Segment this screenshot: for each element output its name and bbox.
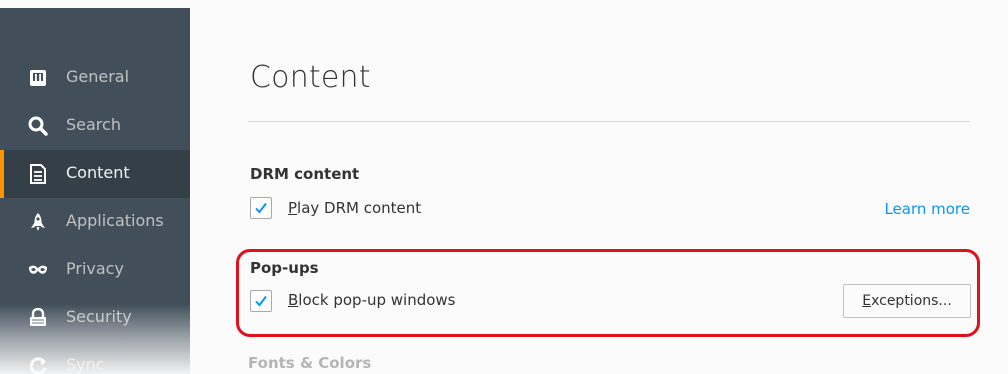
drm-section-heading: DRM content — [250, 165, 360, 183]
sidebar-item-label: Applications — [66, 211, 164, 230]
sidebar-item-label: Search — [66, 115, 121, 134]
sidebar-item-content[interactable]: Content — [0, 150, 190, 198]
button-text: xceptions... — [871, 293, 952, 309]
checkmark-icon — [255, 295, 267, 307]
sidebar-item-general[interactable]: General — [0, 54, 190, 102]
sidebar: General Search Content Applications Priv… — [0, 8, 190, 374]
search-icon — [28, 116, 48, 136]
fonts-colors-section-heading: Fonts & Colors — [248, 354, 372, 372]
mnemonic-letter: E — [862, 293, 872, 309]
label-text: lay DRM content — [297, 199, 422, 217]
sidebar-item-label: Sync — [66, 355, 105, 374]
mask-icon — [28, 260, 48, 280]
block-popups-checkbox[interactable] — [250, 290, 272, 312]
document-icon — [28, 164, 48, 184]
exceptions-button[interactable]: Exceptions... — [843, 284, 971, 318]
sidebar-item-label: General — [66, 67, 130, 86]
block-popups-label[interactable]: Block pop-up windows — [288, 291, 456, 309]
page-title: Content — [250, 60, 371, 95]
label-text: lock pop-up windows — [298, 291, 456, 309]
sidebar-item-search[interactable]: Search — [0, 102, 190, 150]
general-icon — [28, 68, 48, 88]
popups-section-heading: Pop-ups — [250, 259, 319, 277]
mnemonic-letter: B — [288, 291, 299, 309]
sidebar-item-label: Content — [66, 163, 130, 182]
sidebar-item-label: Security — [66, 307, 132, 326]
mnemonic-letter: P — [288, 199, 298, 217]
sidebar-item-security[interactable]: Security — [0, 294, 190, 342]
sidebar-item-label: Privacy — [66, 259, 124, 278]
checkmark-icon — [255, 202, 267, 214]
learn-more-link[interactable]: Learn more — [884, 200, 970, 218]
sidebar-item-applications[interactable]: Applications — [0, 198, 190, 246]
rocket-icon — [28, 212, 48, 232]
lock-icon — [28, 308, 48, 328]
sidebar-item-sync[interactable]: Sync — [0, 342, 190, 374]
title-divider — [248, 121, 970, 122]
play-drm-label[interactable]: Play DRM content — [288, 199, 421, 217]
play-drm-checkbox[interactable] — [250, 197, 272, 219]
sync-icon — [28, 356, 48, 374]
sidebar-item-privacy[interactable]: Privacy — [0, 246, 190, 294]
